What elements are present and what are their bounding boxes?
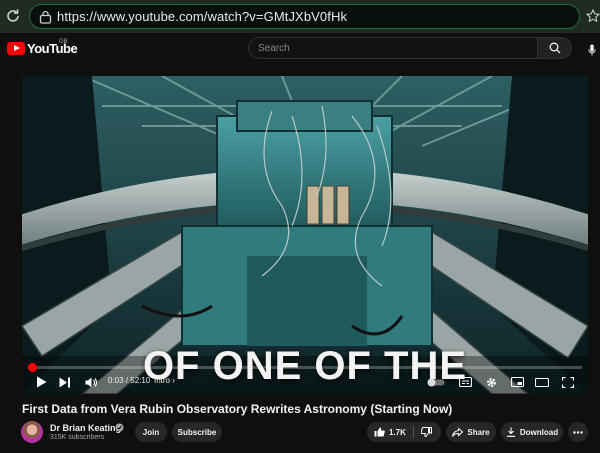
volume-icon bbox=[85, 377, 97, 387]
autoplay-toggle-icon bbox=[427, 378, 445, 386]
url-text[interactable]: https://www.youtube.com/watch?v=GMtJXbV0… bbox=[57, 9, 347, 24]
more-actions-button[interactable] bbox=[568, 422, 588, 442]
search-box[interactable] bbox=[248, 37, 538, 59]
search-button[interactable] bbox=[538, 37, 572, 59]
settings-button[interactable] bbox=[484, 375, 498, 389]
search-input[interactable] bbox=[249, 38, 537, 59]
subscriber-count: 315K subscribers bbox=[50, 434, 105, 441]
download-button[interactable]: Download bbox=[501, 422, 563, 442]
volume-button[interactable] bbox=[84, 375, 98, 389]
reload-icon[interactable] bbox=[5, 8, 21, 24]
subtitles-icon bbox=[458, 377, 472, 387]
like-icon bbox=[374, 427, 385, 437]
country-code: GB bbox=[59, 39, 68, 45]
miniplayer-button[interactable] bbox=[510, 375, 524, 389]
subscribe-label: Subscribe bbox=[177, 427, 217, 437]
like-divider bbox=[413, 426, 414, 438]
play-icon bbox=[36, 376, 46, 388]
more-icon bbox=[573, 430, 583, 434]
share-label: Share bbox=[467, 427, 490, 437]
like-button[interactable] bbox=[374, 427, 385, 437]
share-icon bbox=[452, 427, 464, 437]
chapter-title[interactable]: Intro › bbox=[154, 376, 175, 385]
theater-button[interactable] bbox=[535, 375, 549, 389]
settings-icon bbox=[486, 377, 496, 387]
next-button[interactable] bbox=[58, 375, 72, 389]
verified-icon bbox=[115, 423, 124, 432]
join-button[interactable]: Join bbox=[135, 422, 167, 442]
browser-toolbar: https://www.youtube.com/watch?v=GMtJXbV0… bbox=[0, 0, 600, 33]
autoplay-toggle[interactable] bbox=[427, 375, 445, 389]
dislike-button[interactable] bbox=[420, 427, 432, 439]
download-icon bbox=[506, 427, 516, 437]
address-bar[interactable]: https://www.youtube.com/watch?v=GMtJXbV0… bbox=[29, 4, 580, 29]
next-icon bbox=[59, 377, 70, 387]
join-label: Join bbox=[142, 427, 160, 437]
play-button[interactable] bbox=[34, 375, 48, 389]
fullscreen-button[interactable] bbox=[561, 375, 575, 389]
channel-avatar[interactable] bbox=[21, 421, 43, 443]
youtube-header: YouTube GB bbox=[0, 33, 600, 65]
miniplayer-icon bbox=[510, 377, 524, 387]
video-player[interactable]: OF ONE OF THE 0:03 / 52:10 Intro › bbox=[22, 76, 588, 394]
like-count[interactable]: 1.7K bbox=[389, 428, 406, 437]
chapter-label: Intro bbox=[154, 376, 171, 385]
dislike-icon bbox=[420, 427, 432, 438]
youtube-logo-icon bbox=[7, 42, 25, 55]
fullscreen-icon bbox=[562, 376, 574, 388]
lock-icon[interactable] bbox=[39, 10, 52, 24]
channel-name[interactable]: Dr Brian Keating bbox=[50, 423, 121, 433]
subscribe-button[interactable]: Subscribe bbox=[172, 422, 222, 442]
star-icon[interactable] bbox=[586, 9, 600, 23]
player-controls: 0:03 / 52:10 Intro › bbox=[22, 370, 588, 394]
share-button[interactable]: Share bbox=[446, 422, 496, 442]
video-title: First Data from Vera Rubin Observatory R… bbox=[22, 402, 453, 416]
mic-icon[interactable] bbox=[588, 44, 596, 56]
theater-icon bbox=[535, 377, 549, 387]
subtitles-button[interactable] bbox=[458, 375, 472, 389]
download-label: Download bbox=[519, 427, 559, 437]
logo-text: YouTube bbox=[27, 41, 78, 56]
search-icon bbox=[549, 42, 560, 54]
like-dislike-group: 1.7K bbox=[367, 422, 441, 442]
chapter-arrow-icon: › bbox=[172, 376, 175, 385]
progress-bar[interactable] bbox=[27, 363, 582, 372]
time-display: 0:03 / 52:10 bbox=[108, 376, 151, 385]
